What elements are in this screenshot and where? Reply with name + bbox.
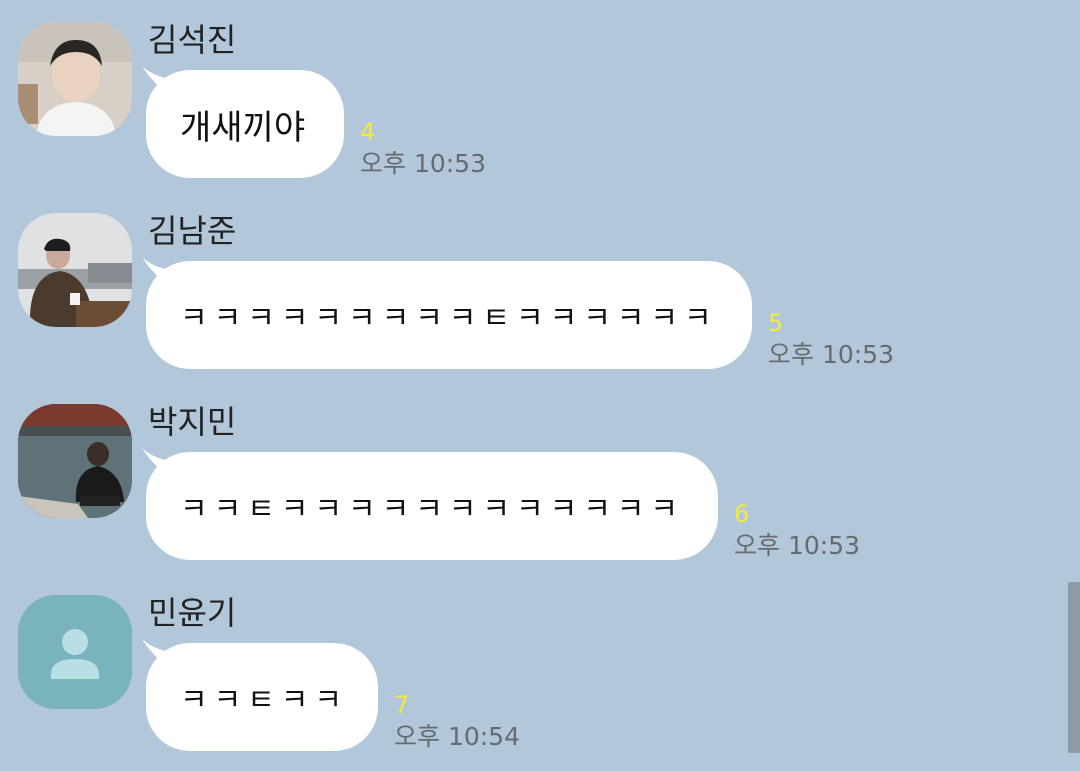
message-meta: 6 오후 10:53	[734, 500, 934, 562]
sender-name: 김남준	[148, 212, 237, 250]
message-row: 김남준 ㅋㅋㅋㅋㅋㅋㅋㅋㅋㅌㅋㅋㅋㅋㅋㅋ 5 오후 10:53	[0, 191, 1060, 371]
message-time: 오후 10:53	[360, 149, 486, 178]
message-bubble-wrapper: ㅋㅋㅌㅋㅋ	[136, 639, 378, 751]
unread-count: 4	[360, 118, 376, 146]
avatar[interactable]	[18, 404, 132, 518]
message-row: 박지민 ㅋㅋㅌㅋㅋㅋㅋㅋㅋㅋㅋㅋㅋㅋㅋ 6 오후 10:53	[0, 382, 1060, 562]
default-profile-avatar[interactable]	[18, 595, 132, 709]
avatar[interactable]	[18, 22, 132, 136]
message-bubble[interactable]: ㅋㅋㅌㅋㅋ	[146, 643, 378, 751]
message-bubble[interactable]: ㅋㅋㅋㅋㅋㅋㅋㅋㅋㅌㅋㅋㅋㅋㅋㅋ	[146, 261, 752, 369]
unread-count: 5	[768, 309, 784, 337]
person-icon	[18, 595, 132, 709]
unread-count: 7	[394, 691, 410, 719]
scrollbar-thumb[interactable]	[1068, 582, 1080, 753]
message-bubble[interactable]: ㅋㅋㅌㅋㅋㅋㅋㅋㅋㅋㅋㅋㅋㅋㅋ	[146, 452, 718, 560]
message-meta: 7 오후 10:54	[394, 691, 594, 753]
message-time: 오후 10:53	[768, 340, 894, 369]
message-time: 오후 10:54	[394, 722, 520, 751]
message-bubble-wrapper: ㅋㅋㅌㅋㅋㅋㅋㅋㅋㅋㅋㅋㅋㅋㅋ	[136, 448, 718, 560]
message-bubble-wrapper: 개새끼야	[136, 66, 344, 178]
unread-count: 6	[734, 500, 750, 528]
sender-name: 민윤기	[148, 594, 237, 632]
chat-message-list[interactable]: 김석진 개새끼야 4 오후 10:53 김남준 ㅋㅋㅋㅋㅋㅋㅋㅋㅋㅌㅋㅋㅋㅋㅋㅋ…	[0, 0, 1080, 771]
message-bubble[interactable]: 개새끼야	[146, 70, 344, 178]
message-meta: 4 오후 10:53	[360, 118, 560, 180]
message-row: 김석진 개새끼야 4 오후 10:53	[0, 0, 1060, 180]
message-meta: 5 오후 10:53	[768, 309, 968, 371]
message-row: 민윤기 ㅋㅋㅌㅋㅋ 7 오후 10:54	[0, 573, 1060, 753]
message-time: 오후 10:53	[734, 531, 860, 560]
sender-name: 박지민	[148, 403, 237, 441]
avatar[interactable]	[18, 213, 132, 327]
message-bubble-wrapper: ㅋㅋㅋㅋㅋㅋㅋㅋㅋㅌㅋㅋㅋㅋㅋㅋ	[136, 257, 752, 369]
sender-name: 김석진	[148, 21, 237, 59]
